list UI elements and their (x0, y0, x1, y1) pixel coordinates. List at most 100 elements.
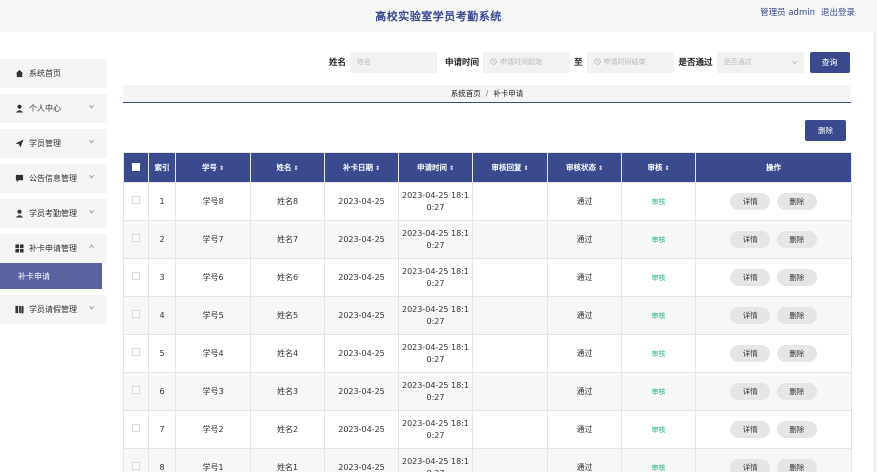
col-header-name[interactable]: 姓名 ⇕ (250, 152, 325, 183)
row-checkbox[interactable] (123, 410, 149, 449)
chevron-down-icon (88, 208, 95, 217)
select-all-checkbox[interactable] (123, 152, 149, 183)
cell-reply (472, 448, 548, 472)
cell-audit: 审核 (621, 258, 696, 297)
sort-icon: ⇕ (374, 165, 381, 172)
row-checkbox[interactable] (123, 334, 149, 373)
sidebar-item-student-management[interactable]: 学员管理 (0, 129, 107, 158)
sort-icon: ⇕ (448, 165, 455, 172)
sidebar-item-notice-management[interactable]: 公告信息管理 (0, 164, 107, 193)
cell-actions: 详情 删除 (695, 410, 852, 449)
audit-link[interactable]: 审核 (652, 350, 666, 358)
cell-audit: 审核 (621, 182, 696, 221)
cell-name: 姓名6 (250, 258, 325, 297)
sort-icon: ⇕ (664, 165, 670, 172)
cell-reply (472, 296, 548, 335)
cell-apply-time: 2023-04-25 18:10:27 (398, 258, 473, 297)
row-delete-button[interactable]: 删除 (776, 307, 817, 324)
sidebar-item-personal-center[interactable]: 个人中心 (0, 94, 107, 123)
breadcrumb-home[interactable]: 系统首页 (451, 88, 481, 99)
row-delete-button[interactable]: 删除 (776, 231, 817, 248)
col-header-apply-time[interactable]: 申请时间 ⇕ (398, 152, 473, 183)
row-delete-button[interactable]: 删除 (776, 193, 817, 210)
audit-link[interactable]: 审核 (652, 388, 666, 396)
breadcrumb-current: 补卡申请 (493, 89, 524, 98)
name-input[interactable]: 姓名 (350, 51, 438, 73)
audit-link[interactable]: 审核 (652, 198, 666, 206)
apply-time-end-input[interactable]: 申请时间结束 (586, 51, 674, 73)
row-checkbox[interactable] (123, 258, 149, 297)
cell-index: 8 (148, 448, 176, 472)
row-checkbox[interactable] (123, 372, 149, 411)
row-checkbox[interactable] (123, 220, 149, 259)
detail-button[interactable]: 详情 (730, 269, 771, 286)
row-delete-button[interactable]: 删除 (776, 383, 817, 400)
logout-link[interactable]: 退出登录 (821, 6, 855, 18)
table-row: 3 学号6 姓名6 2023-04-25 2023-04-25 18:1 0:27… (123, 258, 852, 297)
apply-time-start-input[interactable]: 申请时间起始 (483, 51, 571, 73)
detail-button[interactable]: 详情 (730, 383, 771, 400)
cell-student-no: 学号2 (175, 410, 251, 449)
clock-icon (490, 57, 497, 67)
sidebar-item-label: 学员请假管理 (29, 305, 77, 314)
sidebar-subitem-makeup-card-apply[interactable]: 补卡申请 (0, 263, 102, 289)
row-checkbox[interactable] (123, 448, 149, 472)
cell-date: 2023-04-25 (324, 220, 399, 259)
cell-audit: 审核 (621, 410, 696, 449)
home-icon (14, 69, 24, 79)
sidebar-item-attendance-management[interactable]: 学员考勤管理 (0, 199, 107, 228)
table-row: 1 学号8 姓名8 2023-04-25 2023-04-25 18:1 0:27… (123, 182, 852, 221)
cell-reply (472, 220, 548, 259)
sort-icon: ⇕ (293, 165, 299, 172)
row-checkbox[interactable] (123, 296, 149, 335)
row-delete-button[interactable]: 删除 (776, 269, 817, 286)
scrollbar[interactable] (873, 32, 877, 472)
cell-actions: 详情 删除 (695, 258, 852, 297)
audit-link[interactable]: 审核 (652, 464, 666, 472)
chevron-down-icon (88, 304, 95, 313)
cell-status: 通过 (547, 220, 622, 259)
col-header-audit[interactable]: 审核 ⇕ (621, 152, 696, 183)
detail-button[interactable]: 详情 (730, 193, 771, 210)
batch-delete-button[interactable]: 删除 (805, 120, 846, 141)
cell-actions: 详情 删除 (695, 220, 852, 259)
audit-link[interactable]: 审核 (652, 312, 666, 320)
sidebar-item-label: 系统首页 (29, 69, 61, 78)
col-header-student-no[interactable]: 学号 ⇕ (175, 152, 251, 183)
row-delete-button[interactable]: 删除 (776, 421, 817, 438)
detail-button[interactable]: 详情 (730, 459, 771, 472)
sidebar-item-home[interactable]: 系统首页 (0, 59, 107, 88)
cell-apply-time: 2023-04-25 18:10:27 (398, 220, 473, 259)
cell-reply (472, 334, 548, 373)
row-checkbox[interactable] (123, 182, 149, 221)
col-header-reply[interactable]: 审核回复 ⇕ (472, 152, 548, 183)
admin-label[interactable]: 管理员 admin (760, 6, 815, 18)
col-header-date[interactable]: 补卡日期 ⇕ (324, 152, 399, 183)
cell-actions: 详情 删除 (695, 448, 852, 472)
audit-link[interactable]: 审核 (652, 426, 666, 434)
sidebar-item-leave-management[interactable]: 学员请假管理 (0, 295, 107, 324)
audit-link[interactable]: 审核 (652, 274, 666, 282)
sidebar-item-makeup-card-management[interactable]: 补卡申请管理 (0, 234, 107, 263)
apply-time-end-placeholder: 申请时间结束 (603, 58, 646, 66)
col-header-status[interactable]: 审核状态 ⇕ (547, 152, 622, 183)
sort-icon: ⇕ (523, 165, 529, 172)
detail-button[interactable]: 详情 (730, 307, 771, 324)
name-placeholder: 姓名 (357, 58, 372, 66)
row-delete-button[interactable]: 删除 (776, 459, 817, 472)
row-delete-button[interactable]: 删除 (776, 345, 817, 362)
passed-select[interactable]: 是否通过 (716, 51, 804, 73)
table-row: 5 学号4 姓名4 2023-04-25 2023-04-25 18:1 0:27… (123, 334, 852, 373)
detail-button[interactable]: 详情 (730, 421, 771, 438)
cell-reply (472, 258, 548, 297)
passed-label: 是否通过 (678, 58, 713, 68)
cell-name: 姓名5 (250, 296, 325, 335)
sidebar-item-label: 公告信息管理 (29, 174, 77, 183)
detail-button[interactable]: 详情 (730, 345, 771, 362)
audit-link[interactable]: 审核 (652, 236, 666, 244)
detail-button[interactable]: 详情 (730, 231, 771, 248)
cell-date: 2023-04-25 (324, 448, 399, 472)
cell-date: 2023-04-25 (324, 410, 399, 449)
cell-actions: 详情 删除 (695, 334, 852, 373)
query-button[interactable]: 查询 (809, 51, 850, 73)
